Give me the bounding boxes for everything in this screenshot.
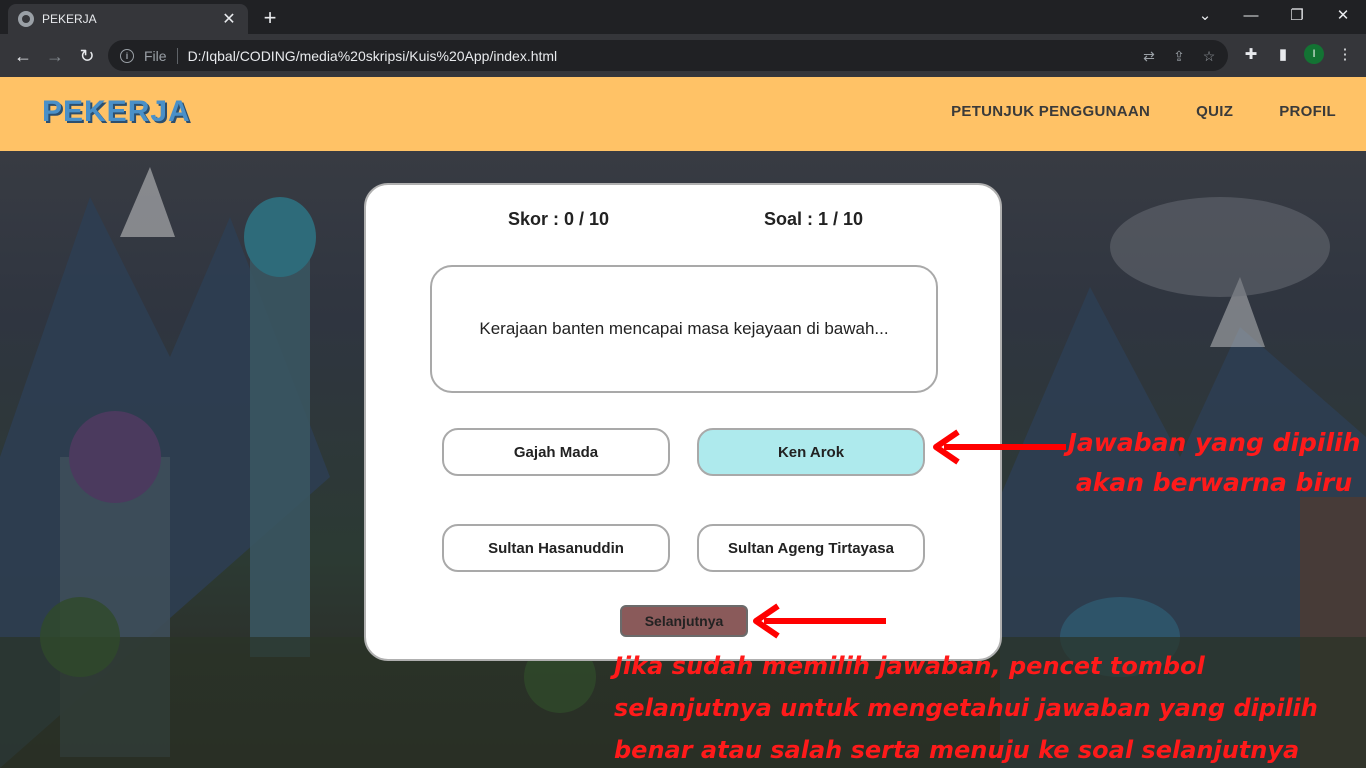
back-icon[interactable]: ←	[10, 43, 36, 69]
share-icon[interactable]: ⇪	[1168, 45, 1190, 67]
arrow-to-next-button	[753, 603, 886, 639]
file-label: File	[144, 47, 167, 64]
more-menu-icon[interactable]: ⋮	[1334, 43, 1356, 65]
web-page: PEKERJA PETUNJUK PENGGUNAAN QUIZ PROFIL …	[0, 77, 1366, 768]
url-text[interactable]: D:/Iqbal/CODING/media%20skripsi/Kuis%20A…	[188, 48, 558, 64]
translate-icon[interactable]: ⇄	[1138, 45, 1160, 67]
info-icon[interactable]: i	[120, 48, 134, 63]
next-button-annotation: Jika sudah memilih jawaban, pencet tombo…	[614, 652, 1318, 764]
divider	[176, 47, 178, 64]
window-controls: ⌄ — ❐ ✕	[1182, 0, 1366, 34]
minimize-icon[interactable]: —	[1228, 0, 1274, 30]
forward-icon[interactable]: →	[42, 43, 68, 69]
globe-icon	[18, 11, 34, 27]
new-tab-icon[interactable]: +	[258, 5, 282, 31]
browser-tab-strip: PEKERJA ✕ + ⌄ — ❐ ✕	[0, 0, 1366, 34]
selected-answer-annotation: Jawaban yang dipilih akan berwarna biru	[1067, 428, 1361, 497]
browser-tab[interactable]: PEKERJA ✕	[8, 4, 248, 34]
bookmark-star-icon[interactable]: ☆	[1198, 45, 1220, 67]
browser-toolbar: ← → ↻ i File D:/Iqbal/CODING/media%20skr…	[0, 34, 1366, 77]
close-tab-icon[interactable]: ✕	[220, 9, 238, 29]
address-bar-actions: ⇄ ⇪ ☆	[1138, 45, 1220, 67]
tab-search-icon[interactable]: ⌄	[1182, 0, 1228, 30]
side-panel-icon[interactable]: ▮	[1272, 43, 1294, 65]
profile-avatar[interactable]: I	[1304, 44, 1324, 64]
close-window-icon[interactable]: ✕	[1320, 0, 1366, 30]
extensions-puzzle-icon[interactable]: ✚	[1240, 43, 1262, 65]
tab-title: PEKERJA	[42, 12, 97, 26]
extension-area: ✚ ▮ I ⋮	[1240, 43, 1356, 65]
restore-icon[interactable]: ❐	[1274, 0, 1320, 30]
reload-icon[interactable]: ↻	[74, 43, 100, 69]
arrow-to-selected-option	[933, 429, 1066, 465]
address-bar[interactable]: i File D:/Iqbal/CODING/media%20skripsi/K…	[108, 40, 1228, 71]
